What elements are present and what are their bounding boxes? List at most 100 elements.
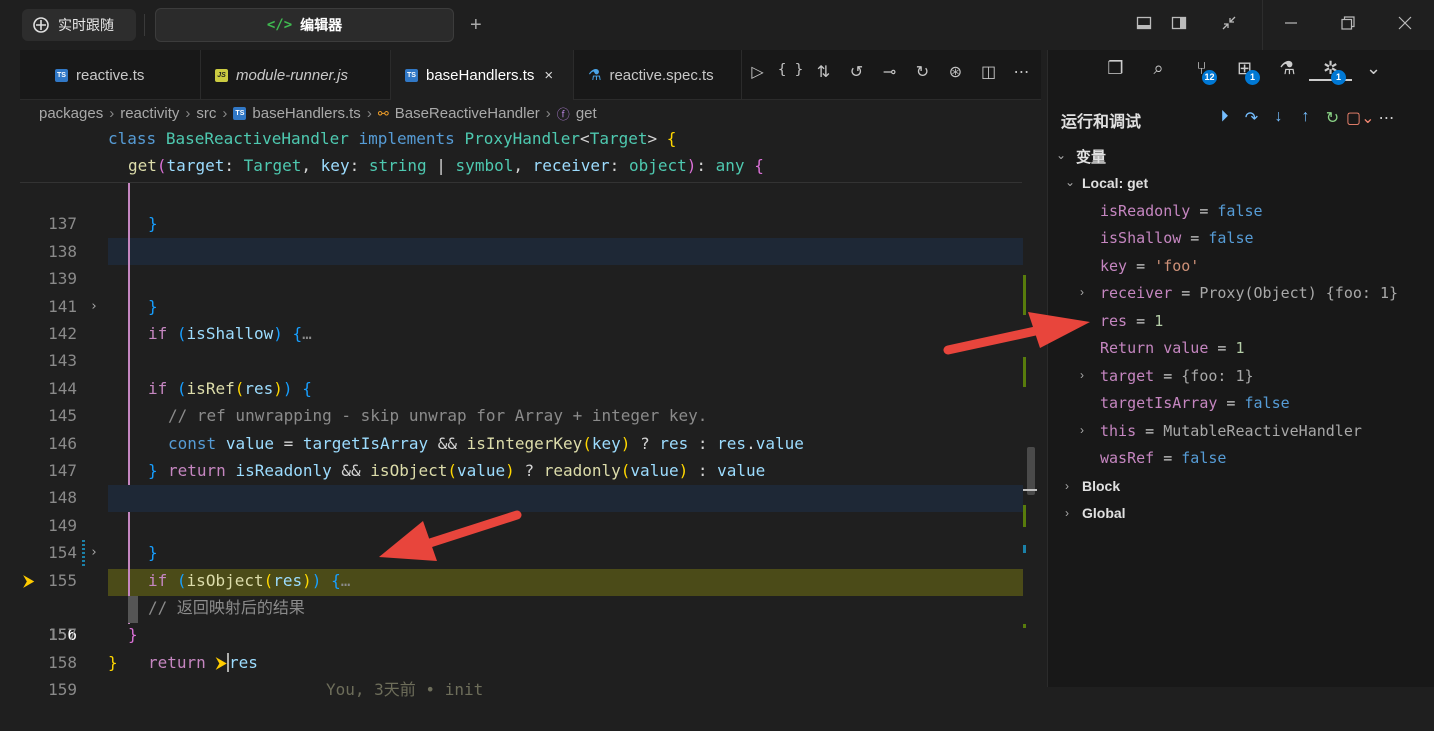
- chevron-right-icon[interactable]: ›: [1080, 423, 1084, 437]
- variable-row[interactable]: key = 'foo': [1100, 257, 1199, 275]
- chevron-right-icon[interactable]: ›: [1065, 479, 1069, 493]
- code-line[interactable]: 158}: [20, 621, 1022, 672]
- next-change-icon[interactable]: ↻: [906, 62, 939, 82]
- continue-icon[interactable]: ⏵: [1211, 108, 1238, 128]
- chevron-down-icon[interactable]: ⌄: [1056, 148, 1066, 162]
- breadcrumb-item[interactable]: packages: [39, 105, 103, 122]
- add-tab-button[interactable]: +: [470, 14, 482, 37]
- scope-block[interactable]: Block: [1082, 478, 1120, 494]
- test-flask-icon: ⚗: [588, 67, 602, 84]
- typescript-file-icon: TS: [233, 107, 247, 120]
- minimize-icon[interactable]: [1283, 15, 1299, 36]
- tab-label: module-runner.js: [236, 66, 348, 84]
- editor-actions: ▷ { } ⇅ ↺ ⊸ ↻ ⊛ ◫ ⋯: [741, 62, 1038, 82]
- more-actions-icon[interactable]: ⋯: [1373, 108, 1400, 128]
- sticky-line-get[interactable]: get(target: Target, key: string | symbol…: [128, 156, 764, 175]
- tab-basehandlers-ts[interactable]: TS baseHandlers.ts ×: [391, 50, 574, 100]
- scope-local[interactable]: Local: get: [1082, 175, 1148, 191]
- tab-module-runner-js[interactable]: JS module-runner.js: [201, 50, 391, 100]
- chevron-down-icon[interactable]: ⌄: [1065, 175, 1075, 189]
- step-into-icon[interactable]: ↓: [1265, 108, 1292, 128]
- breadcrumb-item[interactable]: baseHandlers.ts: [252, 105, 360, 122]
- breadcrumb-item[interactable]: src: [196, 105, 216, 122]
- overview-marker: [1023, 545, 1026, 553]
- scope-global[interactable]: Global: [1082, 505, 1126, 521]
- code-line[interactable]: 146 return isReadonly && isObject(value)…: [20, 402, 1022, 480]
- step-out-icon[interactable]: ↑: [1292, 108, 1319, 128]
- title-bar: 实时跟随 </> 编辑器 +: [0, 0, 1434, 50]
- code-line[interactable]: 147}: [20, 430, 1022, 480]
- typescript-file-icon: TS: [55, 68, 68, 82]
- run-icon[interactable]: ▷: [741, 62, 774, 82]
- commit-icon[interactable]: ⊸: [873, 62, 906, 82]
- braces-icon[interactable]: { }: [774, 62, 807, 82]
- code-line[interactable]: 148: [20, 457, 1022, 507]
- chevron-right-icon: ›: [185, 105, 191, 122]
- variable-row[interactable]: Return value = 1: [1100, 339, 1245, 357]
- variable-row[interactable]: target = {foo: 1}: [1100, 367, 1254, 385]
- close-window-icon[interactable]: [1397, 15, 1413, 36]
- variable-row[interactable]: isReadonly = false: [1100, 202, 1263, 220]
- annotation-arrow: [379, 510, 522, 561]
- testing-flask-icon[interactable]: ⚗: [1266, 58, 1309, 81]
- code-line[interactable]: 159: [20, 649, 1022, 699]
- toggle-sidebar-icon[interactable]: [1171, 15, 1187, 36]
- chevron-right-icon[interactable]: ›: [1080, 368, 1084, 382]
- more-actions-icon[interactable]: ⋯: [1005, 62, 1038, 82]
- restore-icon[interactable]: [1340, 15, 1356, 36]
- restart-icon[interactable]: ↻: [1319, 108, 1346, 128]
- code-line[interactable]: 143 if (isRef(res)) {: [20, 320, 1022, 397]
- previous-change-icon[interactable]: ↺: [840, 62, 873, 82]
- scrollbar-thumb[interactable]: [1027, 447, 1035, 495]
- live-follow-button[interactable]: 实时跟随: [22, 9, 136, 41]
- explorer-icon[interactable]: ❐: [1094, 58, 1137, 81]
- tab-reactive-ts[interactable]: TS reactive.ts: [41, 50, 201, 100]
- collapse-icon[interactable]: [1221, 15, 1237, 36]
- breadcrumb-item[interactable]: get: [576, 105, 597, 122]
- code-line[interactable]: 139 › if (isShallow) {…: [20, 238, 1022, 343]
- variable-row[interactable]: wasRef = false: [1100, 449, 1226, 467]
- variables-section-header[interactable]: 变量: [1076, 146, 1106, 167]
- git-graph-icon[interactable]: ⊛: [939, 62, 972, 82]
- code-line[interactable]: 138: [20, 210, 1022, 261]
- stop-icon[interactable]: ▢⌄: [1346, 108, 1375, 128]
- variable-row[interactable]: isShallow = false: [1100, 229, 1254, 247]
- breadcrumb-item[interactable]: reactivity: [120, 105, 179, 122]
- divider: [1262, 0, 1263, 50]
- code-line[interactable]: 142: [20, 293, 1022, 343]
- sticky-line-class[interactable]: class BaseReactiveHandler implements Pro…: [108, 129, 676, 148]
- search-icon[interactable]: ⌕: [1137, 58, 1180, 81]
- sidebar-view-switcher: ❐ ⌕ ⑂ 12 ⊞ 1 ⚗ ✲ 1 ⌄: [1094, 58, 1395, 85]
- cursor-marker: [1023, 489, 1037, 491]
- code-line-current[interactable]: ⮞ 156 return ⮞ res You, 3天前 • init: [20, 567, 1022, 700]
- extensions-icon[interactable]: ⊞ 1: [1223, 58, 1266, 85]
- chevron-right-icon[interactable]: ›: [1080, 285, 1084, 299]
- variable-row[interactable]: this = MutableReactiveHandler: [1100, 422, 1362, 440]
- chevron-right-icon[interactable]: ›: [1065, 506, 1069, 520]
- source-control-icon[interactable]: ⑂ 12: [1180, 58, 1223, 85]
- toggle-panel-icon[interactable]: [1136, 15, 1152, 36]
- code-line[interactable]: 137}: [20, 183, 1022, 233]
- variable-row[interactable]: res = 1: [1100, 312, 1163, 330]
- editor-scrollbar[interactable]: [1023, 127, 1037, 687]
- editor-mode-tab[interactable]: </> 编辑器: [155, 8, 454, 42]
- variable-row[interactable]: receiver = Proxy(Object) {foo: 1}: [1100, 284, 1398, 302]
- tab-label: reactive.ts: [76, 66, 145, 84]
- split-editor-icon[interactable]: ◫: [972, 62, 1005, 82]
- run-debug-icon[interactable]: ✲ 1: [1309, 58, 1352, 85]
- live-follow-label: 实时跟随: [58, 17, 114, 33]
- code-line[interactable]: 141}: [20, 265, 1022, 316]
- chevron-right-icon: ›: [366, 105, 372, 122]
- code-line[interactable]: 145 const value = targetIsArray && isInt…: [20, 375, 1022, 452]
- tab-reactive-spec-ts[interactable]: ⚗ reactive.spec.ts: [574, 50, 742, 100]
- close-tab-icon[interactable]: ×: [544, 67, 553, 84]
- code-line[interactable]: 144 // ref unwrapping - skip unwrap for …: [20, 347, 1022, 425]
- variable-row[interactable]: targetIsArray = false: [1100, 394, 1290, 412]
- breadcrumb-item[interactable]: BaseReactiveHandler: [395, 105, 540, 122]
- breakpoint-current-icon[interactable]: ⮞: [23, 567, 35, 594]
- typescript-file-icon: TS: [405, 68, 418, 82]
- chevron-down-icon[interactable]: ⌄: [1352, 58, 1395, 81]
- code-line[interactable]: 157}: [20, 594, 1022, 644]
- compare-icon[interactable]: ⇅: [807, 62, 840, 82]
- step-over-icon[interactable]: ↷: [1238, 108, 1265, 128]
